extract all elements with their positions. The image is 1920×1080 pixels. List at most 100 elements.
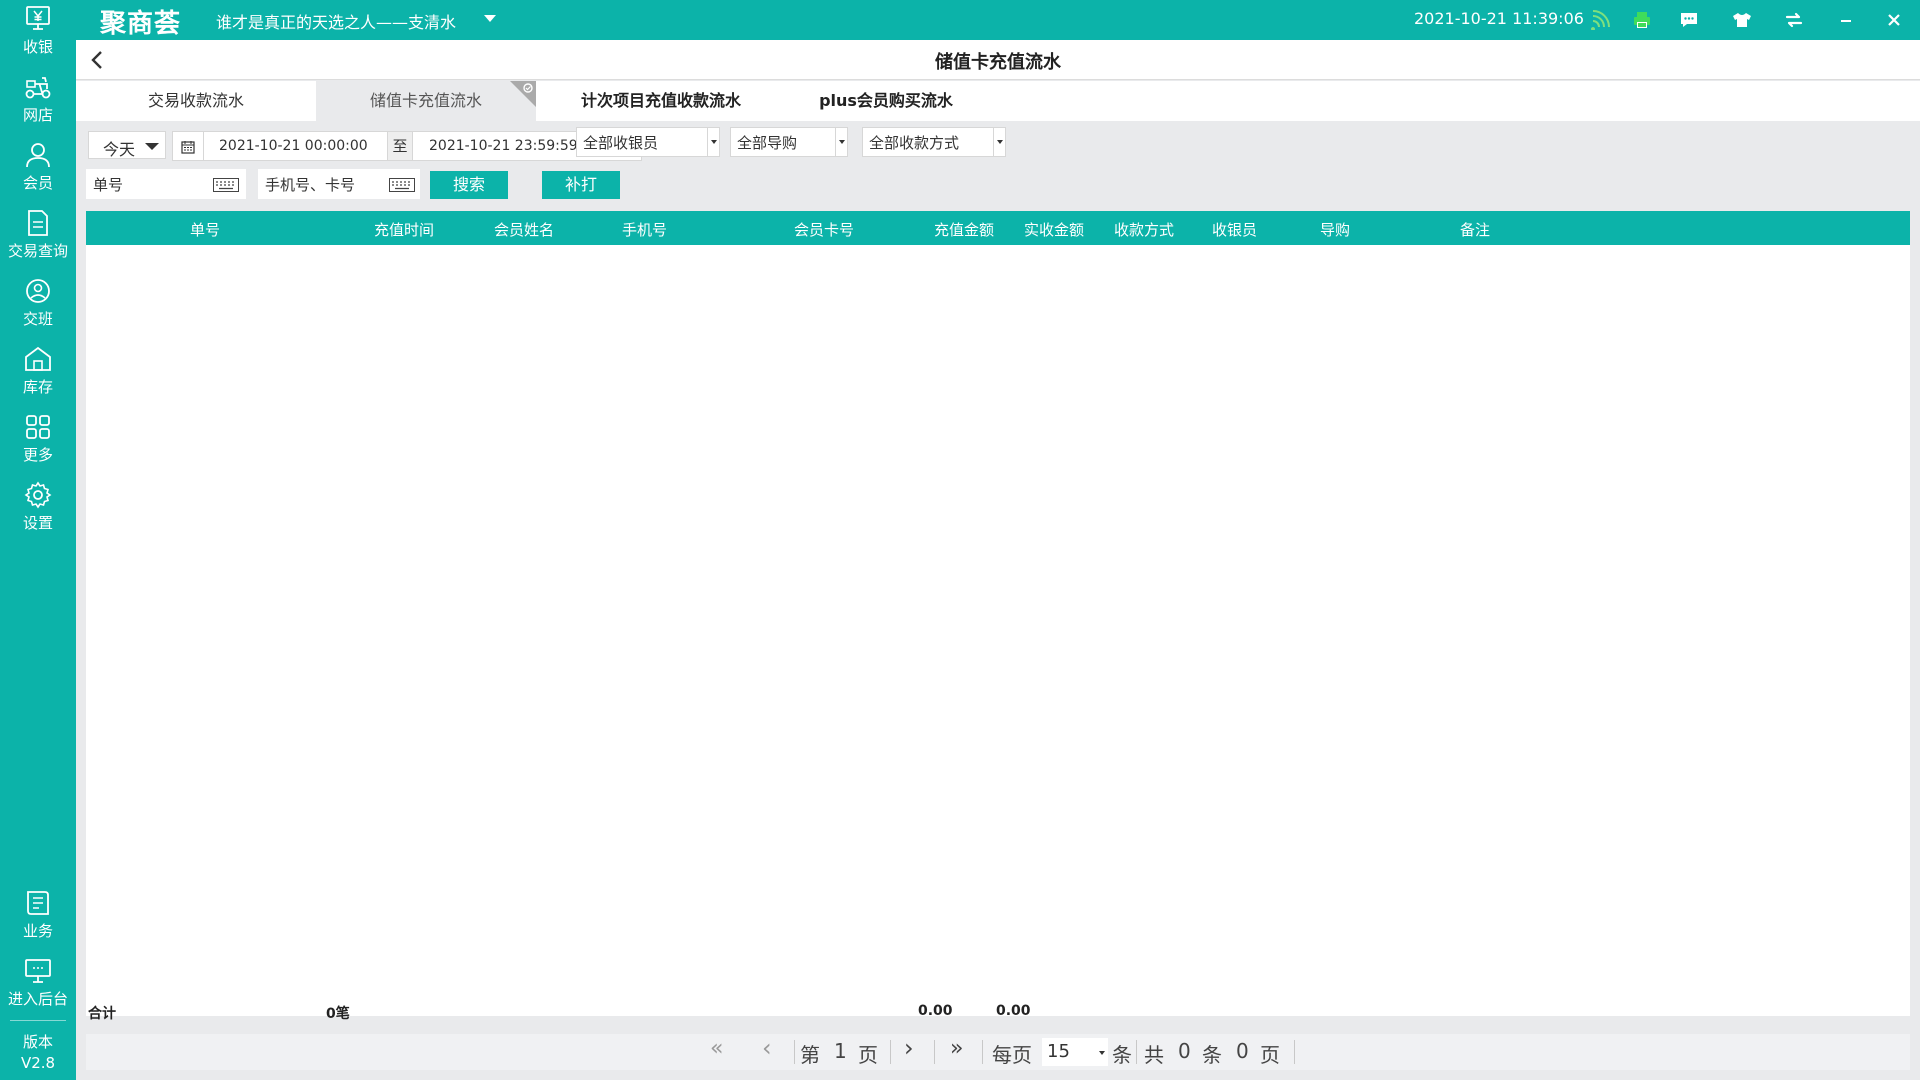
warehouse-icon <box>25 346 51 371</box>
cashier-select[interactable]: 全部收银员 <box>576 127 720 157</box>
close-icon[interactable] <box>1882 8 1906 32</box>
summary-count: 0笔 <box>326 1006 350 1022</box>
guide-select[interactable]: 全部导购 <box>730 127 848 157</box>
sidebar-item-backend[interactable]: 进入后台 <box>0 956 76 1020</box>
total-items-unit: 条 <box>1202 1043 1222 1067</box>
skin-icon[interactable] <box>1730 8 1754 32</box>
keyboard-icon[interactable] <box>213 178 239 192</box>
column-header-card-number[interactable]: 会员卡号 <box>794 219 854 240</box>
store-dropdown-icon[interactable] <box>484 15 496 22</box>
sidebar-item-member[interactable]: 会员 <box>0 140 76 204</box>
column-header-received-amount[interactable]: 实收金额 <box>1024 219 1084 240</box>
page-prefix: 第 <box>800 1043 820 1067</box>
sidebar-item-cashier[interactable]: 收银 <box>0 4 76 68</box>
column-header-remark[interactable]: 备注 <box>1460 219 1490 240</box>
total-pages: 0 <box>1236 1039 1249 1063</box>
sidebar-item-settings[interactable]: 设置 <box>0 480 76 544</box>
search-button[interactable]: 搜索 <box>430 171 508 199</box>
tab-plus-member-purchase[interactable]: plus会员购买流水 <box>776 81 996 121</box>
period-select[interactable]: 今天 <box>88 131 166 159</box>
total-items: 0 <box>1178 1039 1191 1063</box>
column-header-recharge-time[interactable]: 充值时间 <box>374 219 434 240</box>
sidebar-item-label: 库存 <box>22 378 53 396</box>
tab-stored-card-recharge[interactable]: 储值卡充值流水 <box>316 81 536 121</box>
phone-card-input[interactable]: 手机号、卡号 <box>258 169 420 199</box>
sidebar-item-inventory[interactable]: 库存 <box>0 344 76 408</box>
first-page-button[interactable]: « <box>710 1036 723 1061</box>
divider <box>1294 1040 1295 1064</box>
sidebar-item-shift[interactable]: 交班 <box>0 276 76 340</box>
sidebar-item-business[interactable]: 业务 <box>0 888 76 952</box>
per-page-label: 每页 <box>992 1043 1032 1067</box>
wifi-icon[interactable] <box>1588 8 1612 32</box>
divider <box>10 1020 66 1021</box>
divider <box>203 132 204 160</box>
per-page-value: 15 <box>1047 1041 1070 1062</box>
payment-method-select[interactable]: 全部收款方式 <box>862 127 1006 157</box>
shift-icon <box>26 279 50 303</box>
sidebar-item-label: 会员 <box>22 174 53 192</box>
phone-card-placeholder: 手机号、卡号 <box>265 176 356 194</box>
per-page-select[interactable]: 15 <box>1042 1038 1108 1066</box>
sidebar: 收银 网店 会员 交易查询 交班 库存 更多 设置 业务 进入后台 版本 V2.… <box>0 0 76 1080</box>
message-icon[interactable] <box>1677 8 1701 32</box>
monitor-icon <box>25 959 51 983</box>
prev-page-button[interactable]: ‹ <box>762 1034 772 1062</box>
last-page-button[interactable]: » <box>950 1036 963 1061</box>
reprint-button[interactable]: 补打 <box>542 171 620 199</box>
version-label: 版本 <box>22 1033 53 1051</box>
cashier-value: 全部收银员 <box>583 134 659 152</box>
chevron-down-icon <box>145 143 159 150</box>
gear-icon <box>24 481 52 509</box>
minimize-icon[interactable] <box>1834 8 1858 32</box>
sidebar-item-more[interactable]: 更多 <box>0 412 76 476</box>
title-bar: 储值卡充值流水 <box>76 40 1920 80</box>
sidebar-item-label: 进入后台 <box>7 990 68 1008</box>
app-logo: 聚商荟 <box>100 9 182 39</box>
sidebar-item-transaction-query[interactable]: 交易查询 <box>0 208 76 272</box>
column-header-cashier[interactable]: 收银员 <box>1212 219 1257 240</box>
column-header-order-number[interactable]: 单号 <box>190 219 220 240</box>
tab-transaction-flow[interactable]: 交易收款流水 <box>76 81 316 121</box>
tab-bar: 交易收款流水 储值卡充值流水 计次项目充值收款流水 plus会员购买流水 <box>76 81 1920 121</box>
order-number-input[interactable]: 单号 <box>86 169 246 199</box>
divider <box>934 1040 935 1064</box>
table-header: 单号 充值时间 会员姓名 手机号 会员卡号 充值金额 实收金额 收款方式 收银员… <box>86 211 1910 245</box>
switch-icon[interactable] <box>1782 8 1806 32</box>
column-header-payment-method[interactable]: 收款方式 <box>1114 219 1174 240</box>
next-page-button[interactable]: › <box>904 1034 914 1062</box>
column-header-phone[interactable]: 手机号 <box>622 219 667 240</box>
printer-icon[interactable] <box>1630 8 1654 32</box>
sidebar-item-label: 交班 <box>22 310 53 328</box>
calendar-icon[interactable] <box>181 140 195 154</box>
records-table: 单号 充值时间 会员姓名 手机号 会员卡号 充值金额 实收金额 收款方式 收银员… <box>86 211 1910 1016</box>
scooter-icon <box>25 77 51 99</box>
tab-count-project-recharge[interactable]: 计次项目充值收款流水 <box>546 81 776 121</box>
total-prefix: 共 <box>1144 1043 1164 1067</box>
start-date-input[interactable]: 2021-10-21 00:00:00 <box>219 138 368 154</box>
version-info: 版本 V2.8 <box>0 1032 76 1074</box>
pin-icon[interactable] <box>522 82 534 94</box>
dropdown-arrow-icon <box>835 128 847 156</box>
summary-label: 合计 <box>88 1006 116 1022</box>
keyboard-icon[interactable] <box>389 178 415 192</box>
page-title: 储值卡充值流水 <box>935 52 1061 73</box>
store-name[interactable]: 谁才是真正的天选之人——支清水 <box>216 9 456 33</box>
tab-label: 储值卡充值流水 <box>369 91 482 110</box>
current-page[interactable]: 1 <box>834 1039 847 1063</box>
sidebar-item-webstore[interactable]: 网店 <box>0 72 76 136</box>
column-header-guide[interactable]: 导购 <box>1320 219 1350 240</box>
member-icon <box>26 143 50 168</box>
sidebar-item-label: 设置 <box>22 514 53 532</box>
column-header-recharge-amount[interactable]: 充值金额 <box>934 219 994 240</box>
pagination: « ‹ 第 1 页 › » 每页 15 条 共 0 条 0 页 <box>86 1034 1910 1070</box>
sidebar-item-label: 收银 <box>22 38 53 56</box>
dropdown-arrow-icon <box>707 128 719 156</box>
chevron-down-icon <box>1099 1051 1105 1055</box>
divider <box>982 1040 983 1064</box>
guide-value: 全部导购 <box>737 134 798 152</box>
per-page-unit: 条 <box>1112 1043 1132 1067</box>
column-header-member-name[interactable]: 会员姓名 <box>494 219 554 240</box>
total-pages-unit: 页 <box>1260 1043 1280 1067</box>
top-bar: 聚商荟 谁才是真正的天选之人——支清水 2021-10-21 11:39:06 <box>0 0 1920 40</box>
